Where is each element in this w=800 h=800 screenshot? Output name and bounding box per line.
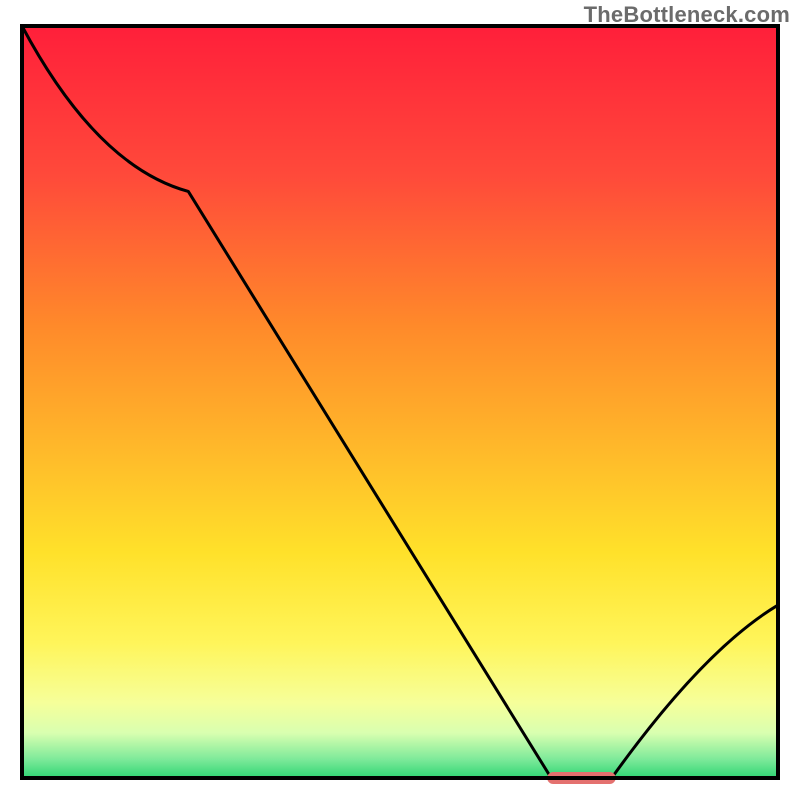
plot-background [22, 26, 778, 778]
watermark-text: TheBottleneck.com [584, 2, 790, 28]
bottleneck-chart [0, 0, 800, 800]
chart-container: TheBottleneck.com [0, 0, 800, 800]
